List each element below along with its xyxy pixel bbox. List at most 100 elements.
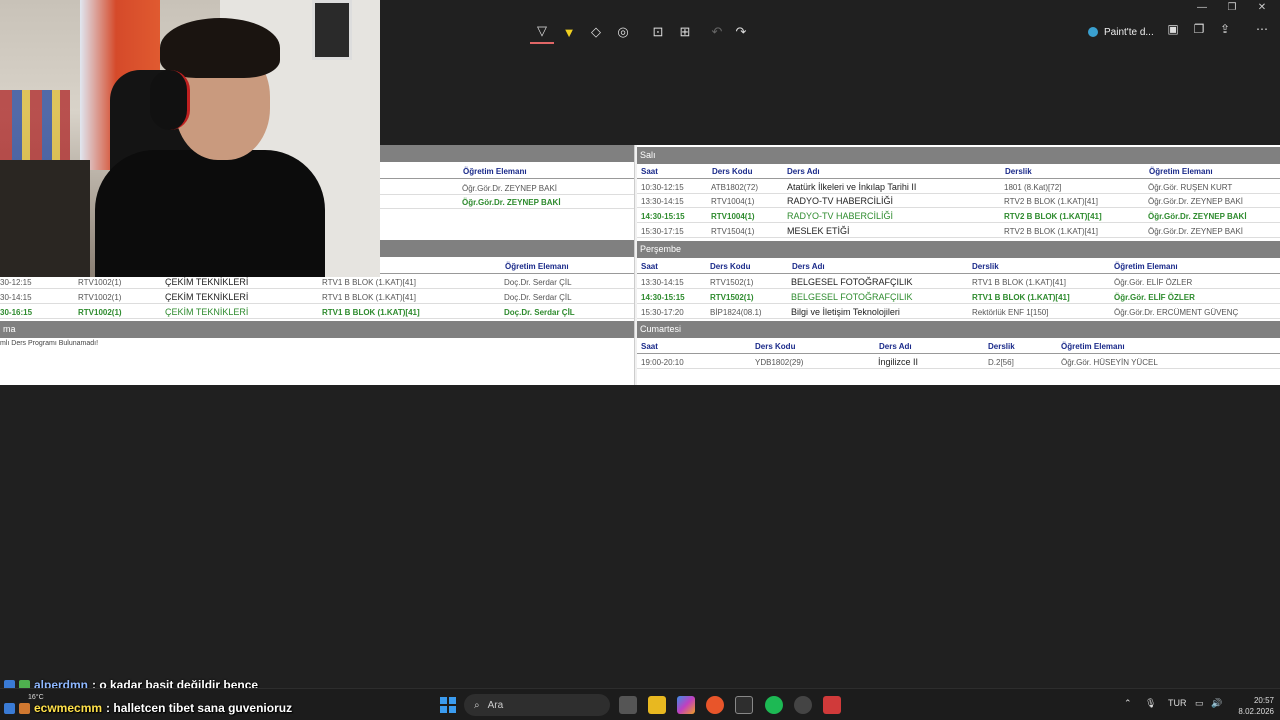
column-header: Ders Adı [792, 262, 825, 271]
table-row: 30-16:15 RTV1002(1) ÇEKİM TEKNİKLERİ RTV… [0, 305, 634, 319]
windows-icon-part [440, 706, 447, 713]
cell-teacher: Doç.Dr. Serdar ÇİL [504, 278, 572, 287]
undo-icon: ↶ [711, 24, 723, 39]
cell-teacher: Doç.Dr. Serdar ÇİL [504, 308, 575, 317]
day-header-sali: Salı [637, 147, 1280, 164]
start-button[interactable] [440, 697, 456, 713]
windows-icon [440, 697, 447, 704]
cell-code: RTV1002(1) [78, 308, 122, 317]
column-header-row: Saat Ders Kodu Ders Adı Derslik Öğretim … [637, 259, 1280, 274]
column-header: Ders Adı [787, 167, 820, 176]
column-header: Ders Kodu [755, 342, 796, 351]
text-actions-button[interactable]: ⊞ [673, 20, 697, 44]
tray-overflow-icon[interactable]: ⌃ [1124, 698, 1132, 709]
cell-room: RTV2 B BLOK (1.KAT)[41] [1004, 197, 1098, 206]
cell-room: RTV1 B BLOK (1.KAT)[41] [972, 278, 1066, 287]
save-button[interactable]: ▣ [1164, 22, 1182, 36]
table-row: 15:30-17:15 RTV1504(1) MESLEK ETİĞİ RTV2… [637, 224, 1280, 238]
search-icon: ⌕ [474, 699, 480, 711]
no-schedule-note: mlı Ders Programı Bulunamadı! [0, 340, 99, 347]
task-view-icon[interactable] [619, 696, 637, 714]
copy-button[interactable]: ❐ [1190, 22, 1208, 36]
column-header: Öğretim Elemanı [505, 262, 569, 271]
cell-teacher: Öğr.Gör. ELİF ÖZLER [1114, 293, 1195, 302]
language-indicator[interactable]: TUR [1168, 698, 1187, 708]
cell-room: D.2[56] [988, 358, 1014, 367]
cell-time: 15:30-17:15 [641, 227, 684, 236]
firefox-icon[interactable] [706, 696, 724, 714]
cell-teacher: Öğr.Gör.Dr. ERCÜMENT GÜVENÇ [1114, 308, 1239, 317]
file-explorer-icon[interactable] [648, 696, 666, 714]
volume-icon[interactable]: 🔊 [1211, 698, 1222, 709]
day-header-persembe: Perşembe [637, 241, 1280, 258]
maximize-button[interactable]: ❐ [1222, 2, 1242, 13]
crop-icon: ⊡ [652, 24, 664, 39]
cell-teacher: Öğr.Gör. HÜSEYİN YÜCEL [1061, 358, 1158, 367]
edit-in-paint-button[interactable]: Paint'te d... [1088, 22, 1154, 42]
cell-code: ATB1802(72) [711, 183, 758, 192]
chat-text: : halletcen tibet sana guvenioruz [106, 701, 293, 715]
close-button[interactable]: ✕ [1252, 2, 1272, 13]
highlighter-icon: ▼ [562, 24, 576, 40]
share-button[interactable]: ⇪ [1216, 22, 1234, 36]
cell-code: RTV1502(1) [710, 278, 754, 287]
chat-badge-icon [4, 702, 15, 714]
undo-button[interactable]: ↶ [705, 20, 729, 44]
cell-code: RTV1002(1) [78, 293, 122, 302]
cell-time: 14:30-15:15 [641, 212, 685, 221]
redo-button[interactable]: ↷ [729, 20, 753, 44]
table-row: 30-14:15 RTV1002(1) ÇEKİM TEKNİKLERİ RTV… [0, 290, 634, 304]
taskbar-clock[interactable]: 20:57 8.02.2026 [1228, 695, 1274, 717]
microphone-icon[interactable]: 🎙 [1145, 698, 1156, 709]
cell-room: RTV2 B BLOK (1.KAT)[41] [1004, 212, 1102, 221]
copilot-icon[interactable] [677, 696, 695, 714]
spotify-icon[interactable] [765, 696, 783, 714]
edit-in-paint-label: Paint'te d... [1104, 26, 1154, 38]
cam-picture-frame [312, 0, 352, 60]
column-header: Saat [641, 342, 658, 351]
chat-username: ecwmecmm [34, 701, 103, 715]
eraser-tool-button[interactable]: ◇ [584, 20, 608, 44]
table-row: 15:30-17:20 BİP1824(08.1) Bilgi ve İleti… [637, 305, 1280, 319]
taskbar-search[interactable]: ⌕ Ara [464, 694, 610, 716]
snipping-tool-icon[interactable] [823, 696, 841, 714]
cam-person-hair [160, 18, 280, 78]
column-header: Derslik [1005, 167, 1032, 176]
cell-code: RTV1502(1) [710, 293, 754, 302]
highlighter-tool-button[interactable]: ▼ [557, 20, 581, 44]
cell-course: BELGESEL FOTOĞRAFÇILIK [791, 292, 913, 302]
minimize-button[interactable]: — [1192, 2, 1212, 13]
cell-teacher: Öğr.Gör.Dr. ZEYNEP BAKİ [1148, 212, 1247, 221]
weather-widget[interactable]: 16°C [28, 694, 44, 701]
redo-icon: ↷ [735, 24, 747, 39]
obs-icon[interactable] [794, 696, 812, 714]
copy-icon: ❐ [1193, 22, 1205, 36]
column-header: Derslik [988, 342, 1015, 351]
table-row: 13:30-14:15 RTV1004(1) RADYO-TV HABERCİL… [637, 194, 1280, 208]
cell-course: ÇEKİM TEKNİKLERİ [165, 292, 249, 302]
cell-time: 14:30-15:15 [641, 293, 685, 302]
cell-course: RADYO-TV HABERCİLİĞİ [787, 196, 894, 206]
paint-icon [1088, 27, 1098, 37]
table-row: 10:30-12:15 ATB1802(72) Atatürk İlkeleri… [637, 180, 1280, 194]
crop-tool-button[interactable]: ⊡ [646, 20, 670, 44]
windows-icon-part [449, 706, 456, 713]
column-header-row: Saat Ders Kodu Ders Adı Derslik Öğretim … [637, 164, 1280, 179]
webcam-overlay [0, 0, 380, 277]
cell-teacher: Doç.Dr. Serdar ÇİL [504, 293, 572, 302]
text-scan-icon: ⊞ [679, 24, 691, 39]
store-icon[interactable] [735, 696, 753, 714]
cell-code: RTV1004(1) [711, 197, 755, 206]
network-icon[interactable]: ▭ [1195, 698, 1204, 709]
cell-room: RTV1 B BLOK (1.KAT)[41] [322, 308, 420, 317]
shapes-tool-button[interactable]: ◎ [611, 20, 635, 44]
column-header-row: Saat Ders Kodu Ders Adı Derslik Öğretim … [637, 339, 1280, 354]
cell-code: YDB1802(29) [755, 358, 804, 367]
windows-icon-part [449, 697, 456, 704]
table-row: 30-12:15 RTV1002(1) ÇEKİM TEKNİKLERİ RTV… [0, 275, 634, 289]
cell-course: ÇEKİM TEKNİKLERİ [165, 277, 249, 287]
pen-tool-button[interactable]: ▽ [530, 20, 554, 44]
more-options-button[interactable]: ⋯ [1253, 22, 1271, 36]
chat-message: ecwmecmm : halletcen tibet sana guvenior… [4, 701, 292, 715]
cell-course: Bilgi ve İletişim Teknolojileri [791, 307, 900, 317]
